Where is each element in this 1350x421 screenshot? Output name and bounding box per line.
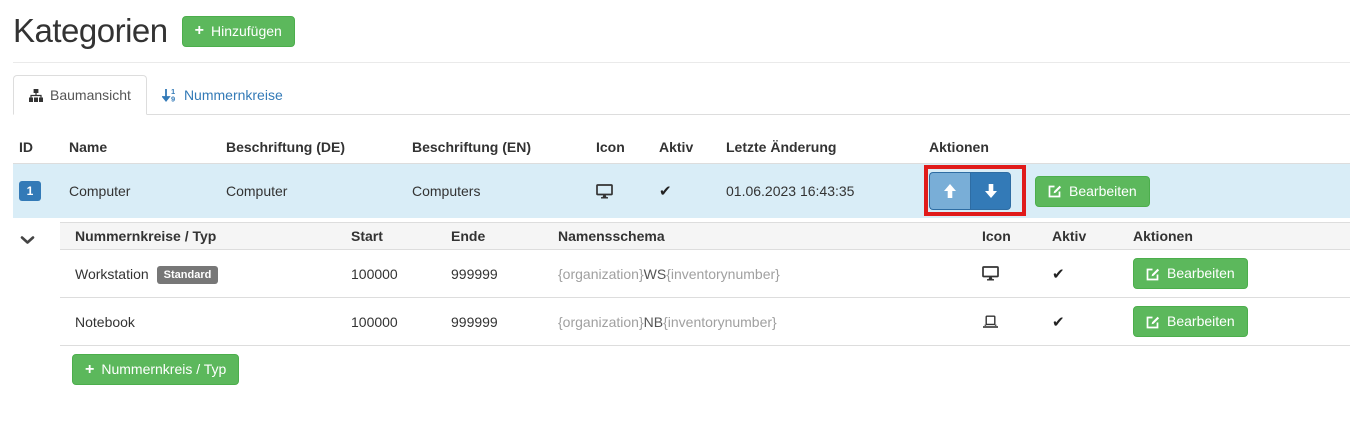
tab-baumansicht[interactable]: Baumansicht — [13, 75, 147, 115]
move-up-button[interactable] — [929, 172, 970, 210]
id-badge: 1 — [19, 181, 41, 201]
subcol-icon: Icon — [974, 222, 1044, 250]
plus-icon: + — [194, 22, 204, 39]
edit-icon — [1048, 184, 1062, 198]
desktop-icon — [982, 266, 1036, 281]
edit-icon — [1146, 267, 1160, 281]
move-down-button[interactable] — [970, 172, 1011, 210]
categories-table-header: ID Name Beschriftung (DE) Beschriftung (… — [13, 131, 1350, 164]
move-button-group — [924, 165, 1026, 216]
subcol-typ: Nummernkreise / Typ — [60, 222, 343, 250]
svg-text:9: 9 — [171, 95, 175, 103]
category-row-computer: 1 Computer Computer Computers ✔ 01.06.20… — [13, 163, 1350, 218]
arrow-down-icon — [984, 183, 998, 199]
range-start: 100000 — [343, 249, 443, 298]
check-icon: ✔ — [659, 183, 672, 200]
add-number-range-button[interactable]: + Nummernkreis / Typ — [72, 354, 240, 385]
laptop-icon — [982, 315, 1036, 329]
sort-numeric-icon: 1 9 — [161, 88, 177, 103]
category-name: Computer — [61, 163, 218, 218]
col-beschriftung-en: Beschriftung (EN) — [404, 131, 588, 164]
add-number-range-label: Nummernkreis / Typ — [101, 361, 227, 377]
collapse-chevron-down-icon[interactable] — [20, 235, 35, 245]
standard-badge: Standard — [156, 265, 219, 284]
tab-nummernkreise[interactable]: 1 9 Nummernkreise — [147, 75, 298, 115]
edit-category-label: Bearbeiten — [1069, 182, 1137, 199]
edit-icon — [1146, 315, 1160, 329]
edit-range-button[interactable]: Bearbeiten — [1133, 306, 1248, 337]
page-header: Kategorien + Hinzufügen — [13, 0, 1350, 50]
number-ranges-section: Nummernkreise / Typ Start Ende Namenssch… — [13, 222, 1350, 346]
add-category-label: Hinzufügen — [210, 22, 282, 39]
category-actions: Bearbeiten — [924, 165, 1342, 216]
categories-table: ID Name Beschriftung (DE) Beschriftung (… — [13, 131, 1350, 218]
desktop-icon — [596, 183, 643, 199]
subcol-ende: Ende — [443, 222, 550, 250]
number-range-row-notebook: Notebook 100000 999999 {organization}NB{… — [60, 297, 1350, 346]
subcol-aktiv: Aktiv — [1044, 222, 1125, 250]
range-schema: {organization}WS{inventorynumber} — [550, 249, 974, 298]
col-aktionen: Aktionen — [921, 131, 1350, 164]
subcol-namensschema: Namensschema — [550, 222, 974, 250]
number-range-row-workstation: Workstation Standard 100000 999999 {organ… — [60, 249, 1350, 298]
subcol-start: Start — [343, 222, 443, 250]
tab-bar: Baumansicht 1 9 Nummernkreise — [13, 75, 1350, 115]
number-ranges-table: Nummernkreise / Typ Start Ende Namenssch… — [60, 222, 1350, 346]
col-icon: Icon — [588, 131, 651, 164]
range-name: Notebook — [60, 297, 343, 346]
category-last-change: 01.06.2023 16:43:35 — [718, 163, 921, 218]
category-label-de: Computer — [218, 163, 404, 218]
tab-nummernkreise-label: Nummernkreise — [183, 87, 283, 103]
col-letzte-aenderung: Letzte Änderung — [718, 131, 921, 164]
col-id: ID — [13, 131, 61, 164]
plus-icon: + — [85, 360, 95, 378]
col-beschriftung-de: Beschriftung (DE) — [218, 131, 404, 164]
number-ranges-header: Nummernkreise / Typ Start Ende Namenssch… — [60, 222, 1350, 250]
category-label-en: Computers — [404, 163, 588, 218]
range-schema: {organization}NB{inventorynumber} — [550, 297, 974, 346]
subcol-aktionen: Aktionen — [1125, 222, 1350, 250]
range-start: 100000 — [343, 297, 443, 346]
col-aktiv: Aktiv — [651, 131, 718, 164]
add-category-button[interactable]: + Hinzufügen — [181, 15, 295, 47]
header-divider — [13, 62, 1350, 63]
page-title: Kategorien — [13, 12, 168, 49]
tab-baumansicht-label: Baumansicht — [50, 87, 131, 103]
range-end: 999999 — [443, 297, 550, 346]
range-name: Workstation — [75, 265, 149, 282]
check-icon: ✔ — [1052, 313, 1065, 331]
edit-range-label: Bearbeiten — [1167, 313, 1235, 329]
edit-category-button[interactable]: Bearbeiten — [1035, 175, 1150, 207]
sitemap-icon — [29, 88, 43, 102]
arrow-up-icon — [943, 183, 957, 199]
edit-range-label: Bearbeiten — [1167, 265, 1235, 281]
edit-range-button[interactable]: Bearbeiten — [1133, 258, 1248, 289]
check-icon: ✔ — [1052, 265, 1065, 283]
col-name: Name — [61, 131, 218, 164]
range-end: 999999 — [443, 249, 550, 298]
